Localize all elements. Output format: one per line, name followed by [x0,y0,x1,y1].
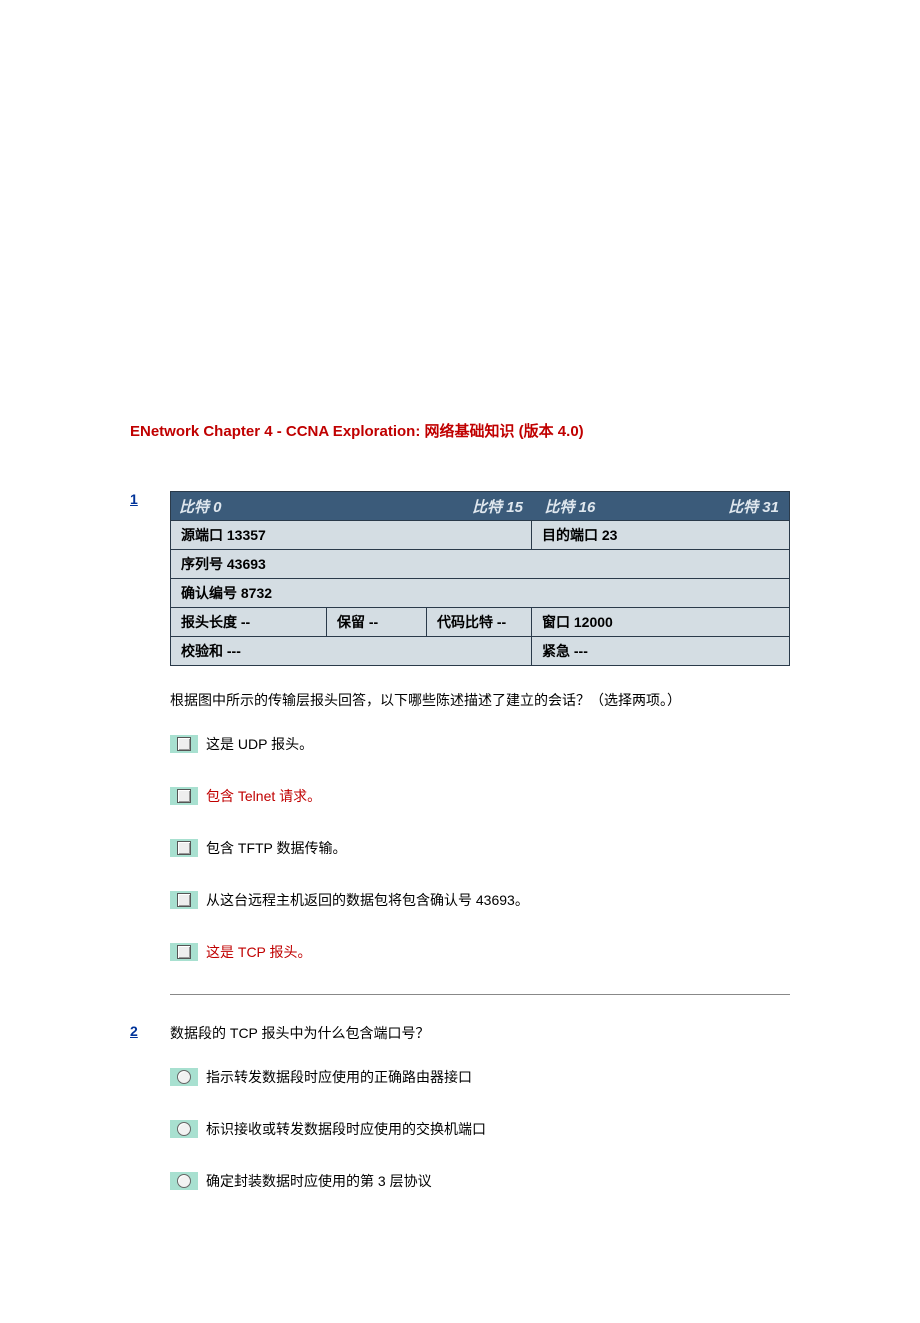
diagram-row-ack: 确认编号 8732 [171,578,789,607]
checkbox-icon [177,737,191,751]
document-page: ENetwork Chapter 4 - CCNA Exploration: 网… [0,0,920,1323]
checkbox[interactable] [170,839,198,857]
q2-option-1: 指示转发数据段时应使用的正确路由器接口 [170,1067,790,1087]
diagram-row-ports: 源端口 13357 目的端口 23 [171,520,789,549]
question-text: 根据图中所示的传输层报头回答，以下哪些陈述描述了建立的会话？（选择两项。） [170,690,790,710]
ack-cell: 确认编号 8732 [171,579,789,607]
question-body: 数据段的 TCP 报头中为什么包含端口号？ 指示转发数据段时应使用的正确路由器接… [170,1023,790,1223]
checkbox[interactable] [170,943,198,961]
diagram-bit-ruler: 比特 0 比特 15 比特 16 比特 31 [171,492,789,520]
radio-icon [177,1070,191,1084]
checkbox-icon [177,789,191,803]
option-label: 包含 TFTP 数据传输。 [206,838,347,858]
bit-16-label: 比特 16 [541,496,692,517]
hlen-cell: 报头长度 -- [171,608,326,636]
checkbox-icon [177,893,191,907]
checkbox[interactable] [170,735,198,753]
q1-option-1: 这是 UDP 报头。 [170,734,790,754]
bit-15-label: 比特 15 [472,496,540,517]
option-label: 标识接收或转发数据段时应使用的交换机端口 [206,1119,486,1139]
checkbox[interactable] [170,787,198,805]
checksum-cell: 校验和 --- [171,637,531,665]
radio[interactable] [170,1068,198,1086]
q1-option-2: 包含 Telnet 请求。 [170,786,790,806]
option-label: 这是 TCP 报头。 [206,942,312,962]
source-port-cell: 源端口 13357 [171,521,531,549]
question-2: 2 数据段的 TCP 报头中为什么包含端口号？ 指示转发数据段时应使用的正确路由… [130,1023,920,1223]
question-1: 1 比特 0 比特 15 比特 16 比特 31 源端口 13357 目的端口 … [130,491,920,1023]
option-label: 包含 Telnet 请求。 [206,786,321,806]
sequence-cell: 序列号 43693 [171,550,789,578]
q1-option-3: 包含 TFTP 数据传输。 [170,838,790,858]
radio[interactable] [170,1172,198,1190]
q1-option-5: 这是 TCP 报头。 [170,942,790,962]
diagram-row-flags: 报头长度 -- 保留 -- 代码比特 -- 窗口 12000 [171,607,789,636]
reserved-cell: 保留 -- [326,608,426,636]
question-number-link[interactable]: 1 [130,491,142,507]
option-label: 指示转发数据段时应使用的正确路由器接口 [206,1067,472,1087]
urgent-cell: 紧急 --- [531,637,789,665]
checkbox-icon [177,945,191,959]
bit-0-label: 比特 0 [171,496,472,517]
option-label: 这是 UDP 报头。 [206,734,313,754]
code-cell: 代码比特 -- [426,608,531,636]
dest-port-cell: 目的端口 23 [531,521,789,549]
question-body: 比特 0 比特 15 比特 16 比特 31 源端口 13357 目的端口 23… [170,491,790,1023]
bit-31-label: 比特 31 [691,496,789,517]
question-text: 数据段的 TCP 报头中为什么包含端口号？ [170,1023,790,1043]
q1-option-4: 从这台远程主机返回的数据包将包含确认号 43693。 [170,890,790,910]
diagram-row-seq: 序列号 43693 [171,549,789,578]
radio[interactable] [170,1120,198,1138]
q2-option-3: 确定封装数据时应使用的第 3 层协议 [170,1171,790,1191]
divider [170,994,790,995]
tcp-header-diagram: 比特 0 比特 15 比特 16 比特 31 源端口 13357 目的端口 23… [170,491,790,666]
page-title: ENetwork Chapter 4 - CCNA Exploration: 网… [130,420,920,441]
radio-icon [177,1174,191,1188]
checkbox-icon [177,841,191,855]
diagram-row-checksum: 校验和 --- 紧急 --- [171,636,789,665]
option-label: 从这台远程主机返回的数据包将包含确认号 43693。 [206,890,529,910]
window-cell: 窗口 12000 [531,608,789,636]
question-number-link[interactable]: 2 [130,1023,142,1039]
option-label: 确定封装数据时应使用的第 3 层协议 [206,1171,432,1191]
radio-icon [177,1122,191,1136]
q2-option-2: 标识接收或转发数据段时应使用的交换机端口 [170,1119,790,1139]
checkbox[interactable] [170,891,198,909]
